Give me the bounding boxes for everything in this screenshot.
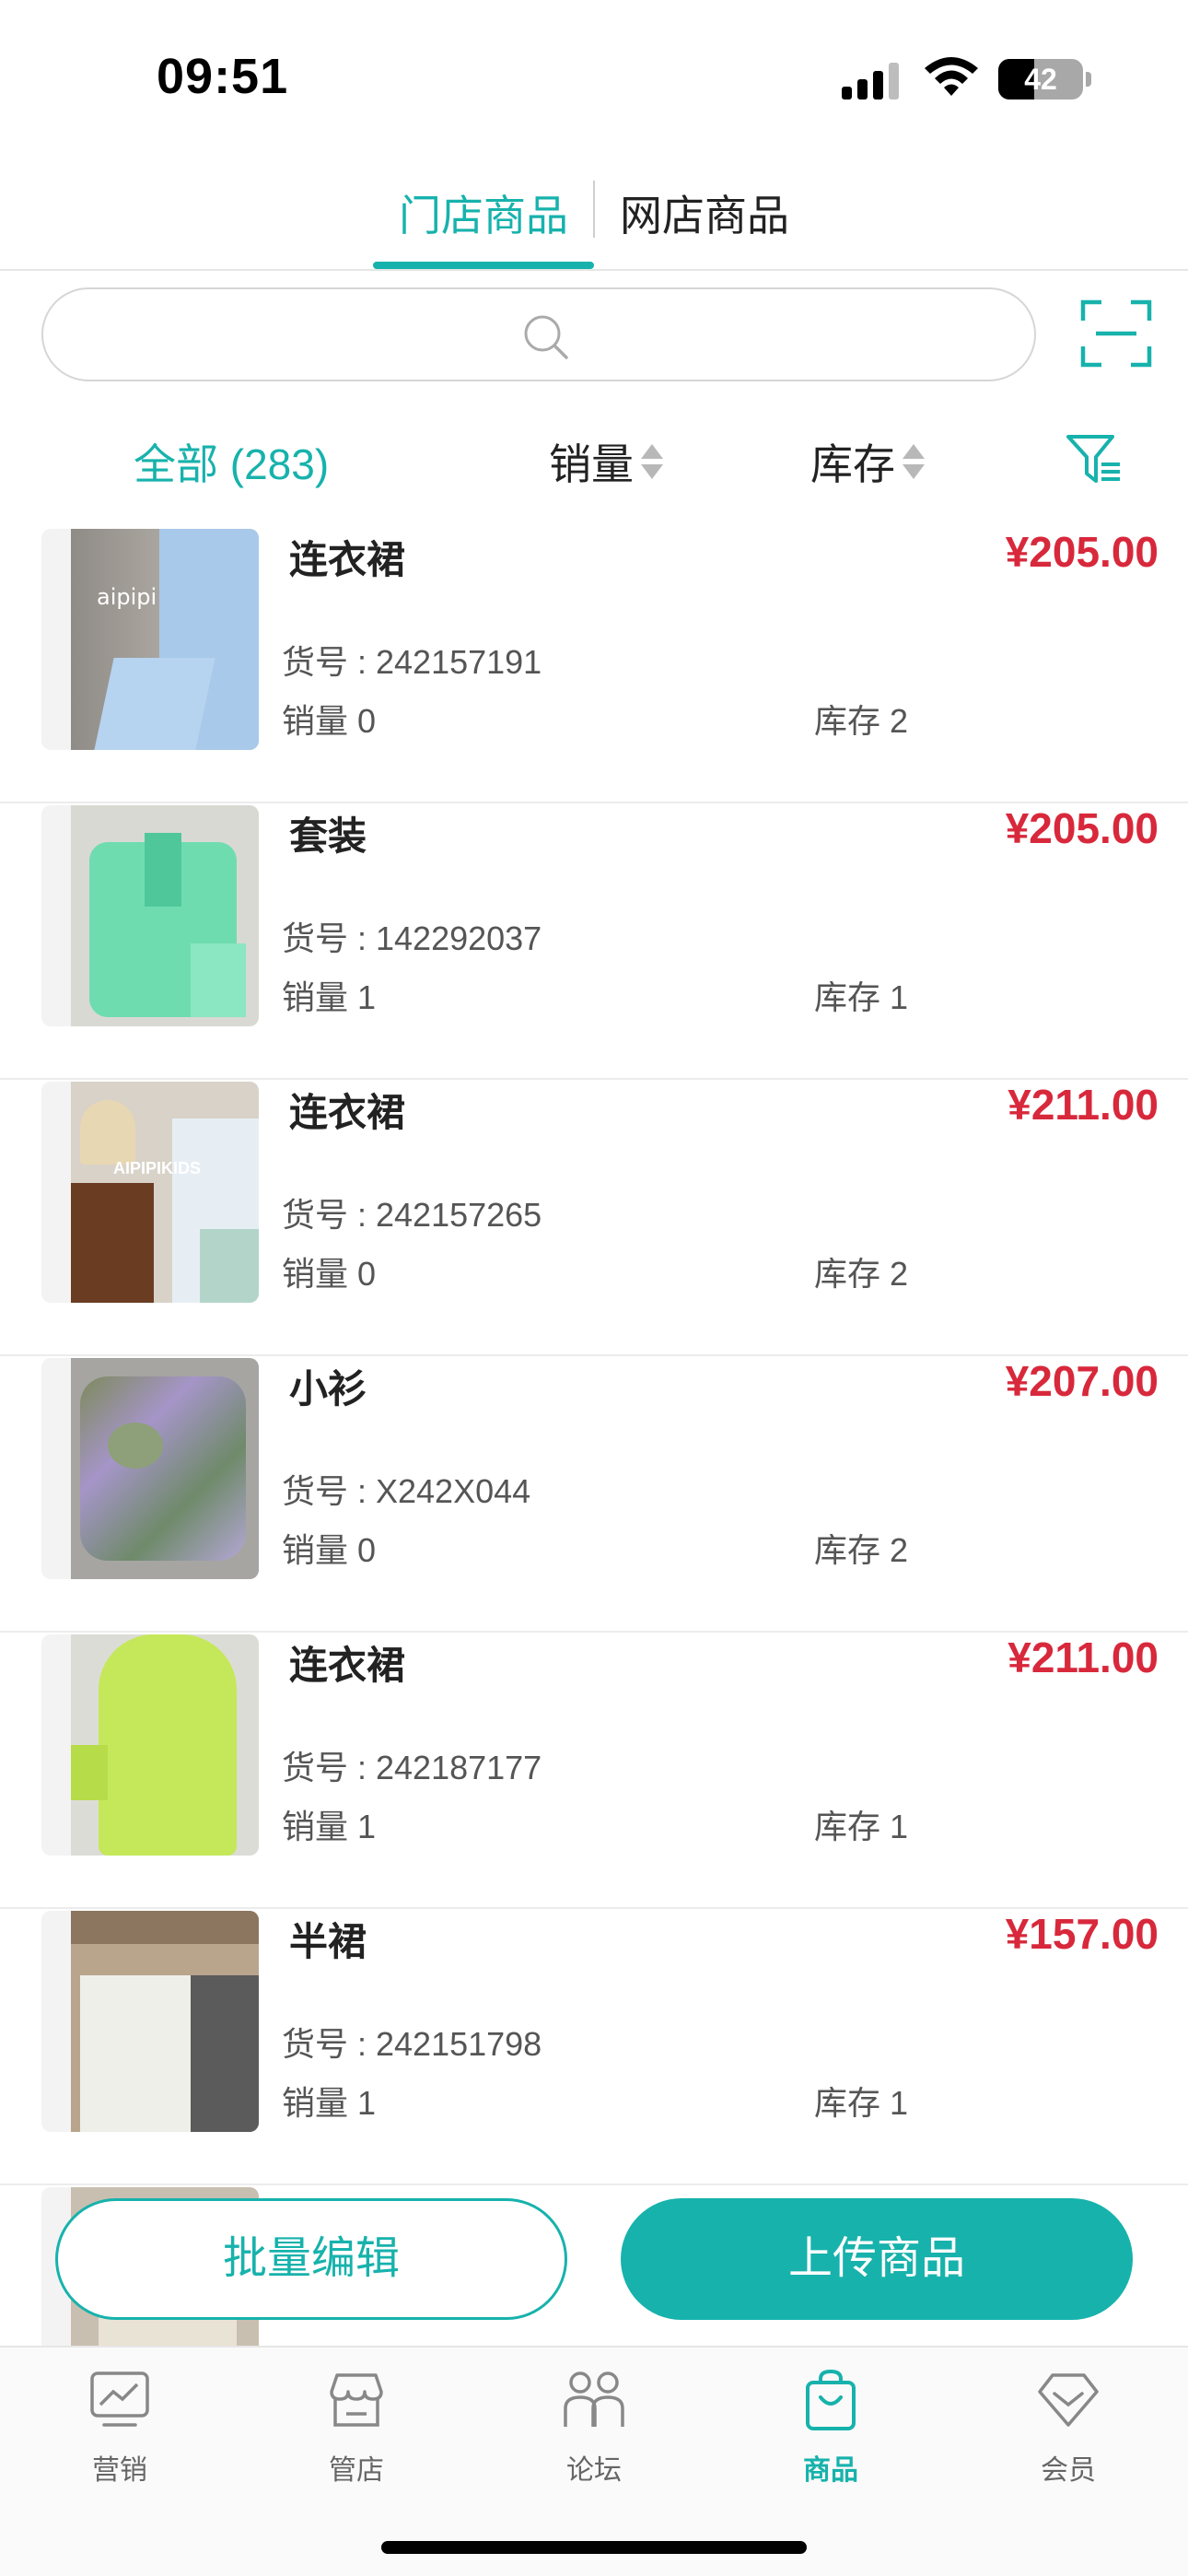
filter-icon[interactable] — [1065, 429, 1124, 488]
filter-all[interactable]: 全部 (283) — [134, 431, 329, 492]
product-name: 小衫 — [289, 1367, 367, 1411]
sort-sales-arrows-icon — [641, 444, 663, 479]
brand-text: AIPIPIKIDS — [113, 1159, 202, 1177]
people-icon — [564, 2371, 624, 2427]
product-sku: 货号 : X242X044 — [282, 1472, 531, 1510]
battery-icon: 42 — [998, 59, 1083, 100]
product-name: 连衣裙 — [289, 538, 406, 581]
product-sku: 货号 : 242187177 — [282, 1749, 542, 1786]
nav-item-marketing[interactable]: 营销 — [46, 2368, 193, 2497]
product-image — [41, 1911, 259, 2132]
product-stock: 库存 1 — [814, 2084, 909, 2122]
upload-product-button[interactable]: 上传商品 — [621, 2198, 1133, 2320]
product-stock: 库存 2 — [814, 702, 909, 740]
nav-label: 商品 — [803, 2455, 858, 2486]
product-sales: 销量 0 — [282, 702, 377, 740]
product-image — [41, 1358, 259, 1579]
store-icon — [330, 2373, 383, 2427]
product-sales: 销量 1 — [282, 978, 377, 1016]
wifi-icon — [925, 57, 978, 96]
nav-label: 管店 — [329, 2455, 384, 2486]
nav-item-members[interactable]: 会员 — [995, 2368, 1142, 2497]
product-sku: 货号 : 242157265 — [282, 1196, 542, 1234]
product-stock: 库存 1 — [814, 1808, 909, 1845]
batch-edit-button[interactable]: 批量编辑 — [55, 2198, 567, 2320]
product-name: 连衣裙 — [289, 1644, 406, 1687]
product-item[interactable]: AIPIPIKIDS 连衣裙 ¥211.00 货号 : 242157265 销量… — [0, 1080, 1188, 1356]
product-item[interactable]: 套装 ¥205.00 货号 : 142292037 销量 1 库存 1 — [0, 803, 1188, 1080]
product-item[interactable]: 连衣裙 ¥211.00 货号 : 242187177 销量 1 库存 1 — [0, 1633, 1188, 1909]
product-price: ¥205.00 — [1005, 528, 1159, 576]
product-item[interactable]: 半裙 ¥157.00 货号 : 242151798 销量 1 库存 1 — [0, 1909, 1188, 2185]
product-sku: 货号 : 242151798 — [282, 2025, 542, 2063]
product-image: aipipi — [41, 529, 259, 750]
product-sales: 销量 1 — [282, 2084, 377, 2122]
nav-label: 营销 — [92, 2455, 147, 2486]
home-indicator — [381, 2541, 807, 2554]
product-sales: 销量 1 — [282, 1808, 377, 1845]
product-list: aipipi 连衣裙 ¥205.00 货号 : 242157191 销量 0 库… — [0, 527, 1188, 2346]
sort-sales[interactable]: 销量 — [549, 431, 634, 492]
battery-level: 42 — [1024, 63, 1057, 96]
product-sku: 货号 : 142292037 — [282, 919, 542, 957]
product-name: 套装 — [289, 814, 367, 858]
product-price: ¥157.00 — [1005, 1910, 1159, 1958]
product-image: AIPIPIKIDS — [41, 1082, 259, 1303]
product-price: ¥211.00 — [1007, 1081, 1159, 1129]
filter-row: 全部 (283) 销量 库存 — [0, 405, 1188, 516]
signal-icon — [842, 61, 901, 100]
tab-store-products[interactable]: 门店商品 — [399, 182, 568, 243]
product-image — [41, 1634, 259, 1856]
sort-stock[interactable]: 库存 — [810, 431, 895, 492]
product-price: ¥205.00 — [1005, 804, 1159, 852]
tab-divider — [593, 181, 595, 238]
nav-label: 论坛 — [566, 2455, 622, 2486]
product-stock: 库存 2 — [814, 1255, 909, 1293]
product-price: ¥211.00 — [1007, 1633, 1159, 1681]
sort-stock-arrows-icon — [903, 444, 925, 479]
tab-online-products[interactable]: 网店商品 — [620, 182, 789, 243]
status-bar: 09:51 42 — [0, 0, 1188, 147]
product-image — [41, 805, 259, 1026]
nav-label: 会员 — [1041, 2455, 1096, 2486]
search-input[interactable] — [41, 287, 1036, 381]
nav-item-forum[interactable]: 论坛 — [520, 2368, 668, 2497]
bag-icon — [806, 2369, 856, 2430]
nav-item-products[interactable]: 商品 — [757, 2368, 904, 2497]
product-sales: 销量 0 — [282, 1531, 377, 1569]
nav-item-store[interactable]: 管店 — [283, 2368, 430, 2497]
product-name: 半裙 — [289, 1920, 367, 1963]
product-item[interactable]: aipipi 连衣裙 ¥205.00 货号 : 242157191 销量 0 库… — [0, 527, 1188, 803]
diamond-icon — [1038, 2373, 1099, 2427]
product-sales: 销量 0 — [282, 1255, 377, 1293]
product-item[interactable]: 小衫 ¥207.00 货号 : X242X044 销量 0 库存 2 — [0, 1356, 1188, 1633]
status-time: 09:51 — [157, 49, 289, 104]
product-stock: 库存 2 — [814, 1531, 909, 1569]
product-stock: 库存 1 — [814, 978, 909, 1016]
tab-indicator — [373, 262, 594, 269]
top-tabs: 门店商品 网店商品 — [0, 166, 1188, 271]
brand-text: aipipi — [97, 584, 157, 610]
product-name: 连衣裙 — [289, 1091, 406, 1134]
product-price: ¥207.00 — [1005, 1357, 1159, 1405]
search-icon — [524, 315, 568, 359]
chart-icon — [90, 2371, 149, 2427]
scan-icon[interactable] — [1079, 297, 1153, 370]
product-sku: 货号 : 242157191 — [282, 643, 542, 681]
battery-cap — [1086, 72, 1091, 87]
